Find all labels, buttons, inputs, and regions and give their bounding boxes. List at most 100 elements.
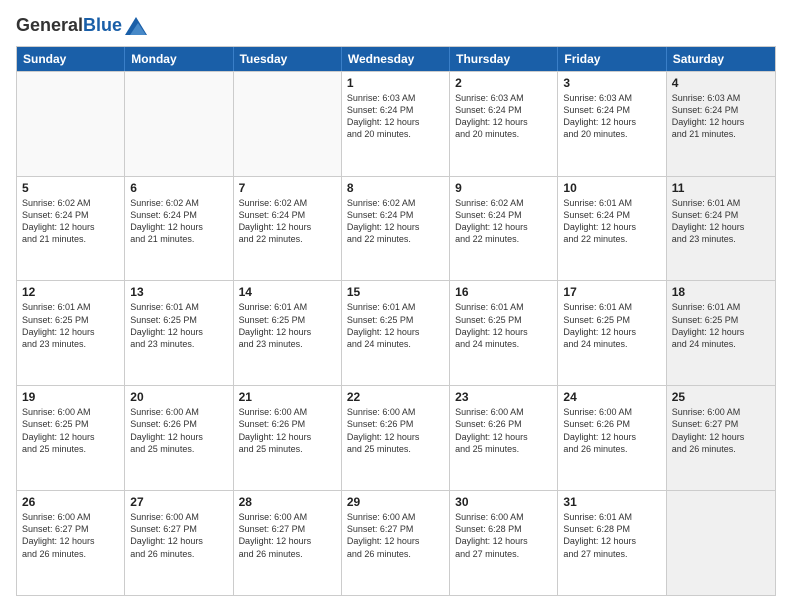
- day-info: Sunrise: 6:01 AM Sunset: 6:28 PM Dayligh…: [563, 511, 660, 560]
- page: GeneralBlue SundayMondayTuesdayWednesday…: [0, 0, 792, 612]
- calendar-cell: 22 Sunrise: 6:00 AM Sunset: 6:26 PM Dayli…: [342, 386, 450, 490]
- day-info: Sunrise: 6:03 AM Sunset: 6:24 PM Dayligh…: [563, 92, 660, 141]
- calendar-header: SundayMondayTuesdayWednesdayThursdayFrid…: [17, 47, 775, 71]
- day-info: Sunrise: 6:03 AM Sunset: 6:24 PM Dayligh…: [455, 92, 552, 141]
- calendar-cell: 16 Sunrise: 6:01 AM Sunset: 6:25 PM Dayli…: [450, 281, 558, 385]
- calendar-cell: 12 Sunrise: 6:01 AM Sunset: 6:25 PM Dayli…: [17, 281, 125, 385]
- calendar-cell: 31 Sunrise: 6:01 AM Sunset: 6:28 PM Dayli…: [558, 491, 666, 595]
- calendar-cell: 17 Sunrise: 6:01 AM Sunset: 6:25 PM Dayli…: [558, 281, 666, 385]
- day-info: Sunrise: 6:00 AM Sunset: 6:26 PM Dayligh…: [455, 406, 552, 455]
- header-day-saturday: Saturday: [667, 47, 775, 71]
- calendar-cell: 11 Sunrise: 6:01 AM Sunset: 6:24 PM Dayli…: [667, 177, 775, 281]
- day-number: 20: [130, 390, 227, 404]
- calendar-cell: [667, 491, 775, 595]
- calendar-row-4: 26Sunrise: 6:00 AM Sunset: 6:27 PM Dayli…: [17, 490, 775, 595]
- calendar-cell: 20 Sunrise: 6:00 AM Sunset: 6:26 PM Dayli…: [125, 386, 233, 490]
- day-number: 9: [455, 181, 552, 195]
- calendar-row-1: 5Sunrise: 6:02 AM Sunset: 6:24 PM Daylig…: [17, 176, 775, 281]
- header-day-thursday: Thursday: [450, 47, 558, 71]
- day-info: Sunrise: 6:03 AM Sunset: 6:24 PM Dayligh…: [672, 92, 770, 141]
- calendar-cell: 18 Sunrise: 6:01 AM Sunset: 6:25 PM Dayli…: [667, 281, 775, 385]
- day-info: Sunrise: 6:02 AM Sunset: 6:24 PM Dayligh…: [347, 197, 444, 246]
- day-info: Sunrise: 6:01 AM Sunset: 6:25 PM Dayligh…: [130, 301, 227, 350]
- day-info: Sunrise: 6:00 AM Sunset: 6:25 PM Dayligh…: [22, 406, 119, 455]
- day-info: Sunrise: 6:00 AM Sunset: 6:27 PM Dayligh…: [130, 511, 227, 560]
- day-info: Sunrise: 6:01 AM Sunset: 6:25 PM Dayligh…: [563, 301, 660, 350]
- day-info: Sunrise: 6:00 AM Sunset: 6:26 PM Dayligh…: [239, 406, 336, 455]
- day-number: 18: [672, 285, 770, 299]
- calendar-cell: 10Sunrise: 6:01 AM Sunset: 6:24 PM Dayli…: [558, 177, 666, 281]
- header: GeneralBlue: [16, 16, 776, 36]
- day-number: 24: [563, 390, 660, 404]
- day-info: Sunrise: 6:01 AM Sunset: 6:25 PM Dayligh…: [22, 301, 119, 350]
- header-day-wednesday: Wednesday: [342, 47, 450, 71]
- day-info: Sunrise: 6:02 AM Sunset: 6:24 PM Dayligh…: [239, 197, 336, 246]
- calendar-cell: 5Sunrise: 6:02 AM Sunset: 6:24 PM Daylig…: [17, 177, 125, 281]
- calendar-cell: 26Sunrise: 6:00 AM Sunset: 6:27 PM Dayli…: [17, 491, 125, 595]
- calendar-cell: 8 Sunrise: 6:02 AM Sunset: 6:24 PM Daylig…: [342, 177, 450, 281]
- calendar-cell: [125, 72, 233, 176]
- day-info: Sunrise: 6:01 AM Sunset: 6:25 PM Dayligh…: [347, 301, 444, 350]
- day-info: Sunrise: 6:01 AM Sunset: 6:25 PM Dayligh…: [239, 301, 336, 350]
- day-info: Sunrise: 6:01 AM Sunset: 6:25 PM Dayligh…: [455, 301, 552, 350]
- calendar-cell: 9 Sunrise: 6:02 AM Sunset: 6:24 PM Daylig…: [450, 177, 558, 281]
- logo-text-block: GeneralBlue: [16, 16, 122, 36]
- day-number: 19: [22, 390, 119, 404]
- day-info: Sunrise: 6:02 AM Sunset: 6:24 PM Dayligh…: [22, 197, 119, 246]
- calendar-cell: 23 Sunrise: 6:00 AM Sunset: 6:26 PM Dayli…: [450, 386, 558, 490]
- day-info: Sunrise: 6:00 AM Sunset: 6:26 PM Dayligh…: [347, 406, 444, 455]
- calendar-cell: 2 Sunrise: 6:03 AM Sunset: 6:24 PM Daylig…: [450, 72, 558, 176]
- logo: GeneralBlue: [16, 16, 147, 36]
- header-day-sunday: Sunday: [17, 47, 125, 71]
- calendar-row-0: 1 Sunrise: 6:03 AM Sunset: 6:24 PM Daylig…: [17, 71, 775, 176]
- header-day-tuesday: Tuesday: [234, 47, 342, 71]
- day-info: Sunrise: 6:02 AM Sunset: 6:24 PM Dayligh…: [455, 197, 552, 246]
- calendar-cell: 19 Sunrise: 6:00 AM Sunset: 6:25 PM Dayli…: [17, 386, 125, 490]
- calendar-cell: 15Sunrise: 6:01 AM Sunset: 6:25 PM Dayli…: [342, 281, 450, 385]
- calendar-cell: 28Sunrise: 6:00 AM Sunset: 6:27 PM Dayli…: [234, 491, 342, 595]
- calendar-cell: 7 Sunrise: 6:02 AM Sunset: 6:24 PM Daylig…: [234, 177, 342, 281]
- logo-blue-text: Blue: [83, 15, 122, 35]
- day-number: 4: [672, 76, 770, 90]
- logo-chevron-icon: [125, 17, 147, 35]
- logo-wordmark: GeneralBlue: [16, 16, 147, 36]
- day-info: Sunrise: 6:01 AM Sunset: 6:25 PM Dayligh…: [672, 301, 770, 350]
- calendar-cell: 4 Sunrise: 6:03 AM Sunset: 6:24 PM Daylig…: [667, 72, 775, 176]
- day-info: Sunrise: 6:01 AM Sunset: 6:24 PM Dayligh…: [672, 197, 770, 246]
- header-day-monday: Monday: [125, 47, 233, 71]
- calendar-row-3: 19 Sunrise: 6:00 AM Sunset: 6:25 PM Dayli…: [17, 385, 775, 490]
- day-number: 23: [455, 390, 552, 404]
- day-info: Sunrise: 6:00 AM Sunset: 6:27 PM Dayligh…: [22, 511, 119, 560]
- day-number: 14: [239, 285, 336, 299]
- day-number: 31: [563, 495, 660, 509]
- day-number: 30: [455, 495, 552, 509]
- day-info: Sunrise: 6:01 AM Sunset: 6:24 PM Dayligh…: [563, 197, 660, 246]
- day-number: 6: [130, 181, 227, 195]
- day-number: 11: [672, 181, 770, 195]
- day-number: 8: [347, 181, 444, 195]
- day-number: 16: [455, 285, 552, 299]
- calendar-cell: 25Sunrise: 6:00 AM Sunset: 6:27 PM Dayli…: [667, 386, 775, 490]
- calendar-cell: 30Sunrise: 6:00 AM Sunset: 6:28 PM Dayli…: [450, 491, 558, 595]
- calendar-cell: 6 Sunrise: 6:02 AM Sunset: 6:24 PM Daylig…: [125, 177, 233, 281]
- day-number: 7: [239, 181, 336, 195]
- calendar-cell: 1Sunrise: 6:03 AM Sunset: 6:24 PM Daylig…: [342, 72, 450, 176]
- calendar-body: 1 Sunrise: 6:03 AM Sunset: 6:24 PM Daylig…: [17, 71, 775, 595]
- logo-general-text: General: [16, 15, 83, 35]
- day-info: Sunrise: 6:00 AM Sunset: 6:27 PM Dayligh…: [239, 511, 336, 560]
- calendar-cell: [234, 72, 342, 176]
- day-info: Sunrise: 6:00 AM Sunset: 6:26 PM Dayligh…: [563, 406, 660, 455]
- day-number: 2: [455, 76, 552, 90]
- day-number: 12: [22, 285, 119, 299]
- day-info: Sunrise: 6:02 AM Sunset: 6:24 PM Dayligh…: [130, 197, 227, 246]
- day-number: 22: [347, 390, 444, 404]
- day-number: 3: [563, 76, 660, 90]
- day-info: Sunrise: 6:00 AM Sunset: 6:27 PM Dayligh…: [672, 406, 770, 455]
- day-number: 1: [347, 76, 444, 90]
- day-info: Sunrise: 6:00 AM Sunset: 6:26 PM Dayligh…: [130, 406, 227, 455]
- day-number: 17: [563, 285, 660, 299]
- calendar-row-2: 12 Sunrise: 6:01 AM Sunset: 6:25 PM Dayli…: [17, 280, 775, 385]
- calendar-cell: 27Sunrise: 6:00 AM Sunset: 6:27 PM Dayli…: [125, 491, 233, 595]
- day-number: 29: [347, 495, 444, 509]
- calendar-cell: [17, 72, 125, 176]
